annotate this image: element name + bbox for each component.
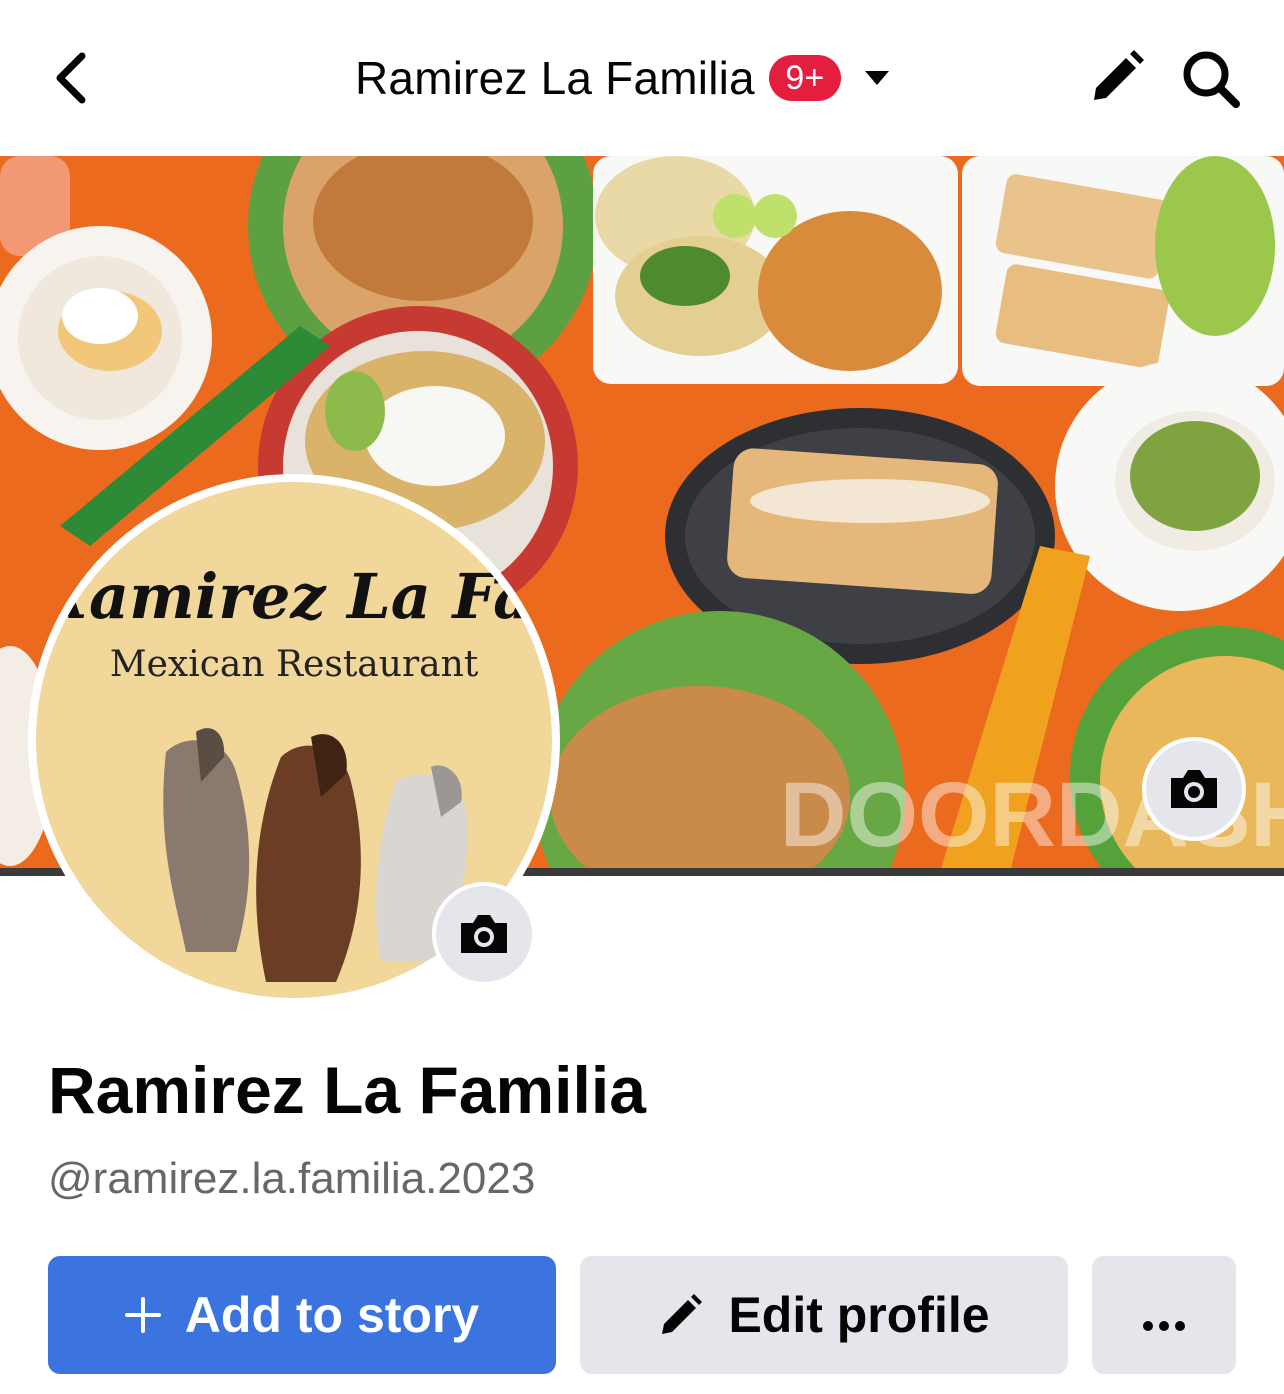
page-switcher[interactable]: Ramirez La Familia 9+	[355, 46, 891, 110]
top-nav-bar: Ramirez La Familia 9+	[0, 0, 1284, 156]
profile-handle: @ramirez.la.familia.2023	[48, 1154, 536, 1203]
back-chevron-icon[interactable]	[48, 50, 96, 106]
pencil-icon[interactable]	[1086, 50, 1148, 106]
more-options-button[interactable]	[1092, 1256, 1236, 1374]
pencil-icon	[658, 1292, 704, 1338]
search-icon[interactable]	[1178, 48, 1244, 110]
edit-profile-label: Edit profile	[728, 1287, 990, 1343]
page-title: Ramirez La Familia	[355, 52, 755, 104]
plus-icon	[124, 1297, 161, 1333]
dropdown-caret-icon[interactable]	[863, 68, 891, 88]
edit-profile-button[interactable]: Edit profile	[580, 1256, 1068, 1374]
cover-camera-icon[interactable]	[1142, 737, 1246, 841]
add-to-story-label: Add to story	[184, 1287, 480, 1343]
profile-name: Ramirez La Familia	[48, 1053, 646, 1127]
ellipsis-icon	[1142, 1286, 1186, 1344]
notification-badge: 9+	[768, 55, 841, 101]
profile-camera-icon[interactable]	[432, 882, 536, 986]
add-to-story-button[interactable]: Add to story	[48, 1256, 556, 1374]
